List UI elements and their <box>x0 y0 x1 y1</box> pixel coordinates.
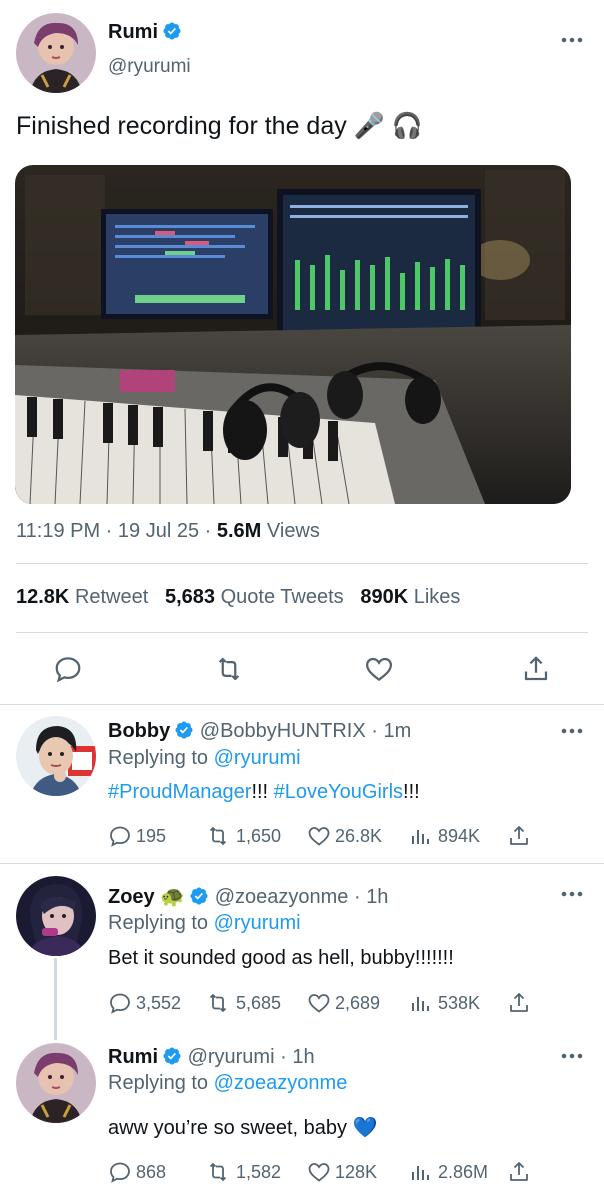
replying-to-link[interactable]: @ryurumi <box>214 912 301 934</box>
verified-badge-icon <box>175 721 193 739</box>
replying-to: Replying to @ryurumi <box>108 747 301 769</box>
reply-author-name[interactable]: Bobby <box>108 720 170 742</box>
reply-icon <box>110 993 130 1014</box>
reply-text: aww you’re so sweet, baby 💙 <box>108 1117 378 1139</box>
retweet-icon <box>209 994 227 1012</box>
reply-header: Rumi @ryurumi · 1h <box>108 1046 315 1068</box>
reply-icon <box>110 1162 130 1183</box>
reply-author-handle[interactable]: @BobbyHUNTRIX <box>200 720 366 742</box>
verified-badge-icon <box>190 887 208 905</box>
verified-badge-icon <box>163 1047 181 1065</box>
tweet-time: 11:19 PM <box>16 520 101 542</box>
likes-stat[interactable]: 890K Likes <box>360 586 460 608</box>
reply-text: Bet it sounded good as hell, bubby!!!!!!… <box>108 947 454 969</box>
thread-connector <box>54 958 57 1040</box>
replying-to: Replying to @zoeazyonme <box>108 1072 348 1094</box>
reply-views[interactable]: 538K <box>408 991 480 1015</box>
author-name[interactable]: Rumi <box>108 21 182 44</box>
share-icon[interactable] <box>521 654 551 684</box>
reply-text: #ProudManager!!! #LoveYouGirls!!! <box>108 781 420 803</box>
hashtag-link[interactable]: #ProudManager <box>108 781 251 803</box>
divider <box>16 563 588 564</box>
reply-retweets[interactable]: 1,650 <box>204 824 281 848</box>
divider <box>0 704 604 705</box>
reply-views[interactable]: 2.86M <box>408 1160 488 1184</box>
reply-views[interactable]: 894K <box>408 824 480 848</box>
like-icon <box>308 827 330 846</box>
views-count: 5.6M <box>216 520 262 542</box>
replying-to-link[interactable]: @zoeazyonme <box>214 1072 348 1094</box>
like-icon <box>308 1163 330 1182</box>
like-icon[interactable] <box>364 654 394 684</box>
reply-likes[interactable]: 128K <box>307 1160 377 1184</box>
author-name-text[interactable]: Rumi <box>108 21 158 43</box>
tweet-text: Finished recording for the day 🎤 🎧 <box>16 112 423 140</box>
tweet-date: 19 Jul 25 <box>117 520 200 542</box>
tweet-media-image[interactable] <box>15 165 571 504</box>
share-icon[interactable] <box>507 991 531 1015</box>
views-chart-icon <box>412 997 429 1011</box>
reply-avatar[interactable] <box>16 1043 96 1123</box>
reply-retweets[interactable]: 5,685 <box>204 991 281 1015</box>
engagement-stats: 12.8K Retweet 5,683 Quote Tweets 890K Li… <box>16 586 460 609</box>
reply-likes[interactable]: 26.8K <box>307 824 382 848</box>
reply-avatar[interactable] <box>16 876 96 956</box>
replying-to-link[interactable]: @ryurumi <box>214 747 301 769</box>
reply-author-handle[interactable]: @zoeazyonme <box>215 886 349 908</box>
divider <box>0 863 604 864</box>
divider <box>16 632 588 633</box>
retweet-icon <box>209 1163 227 1181</box>
replying-to: Replying to @ryurumi <box>108 912 301 934</box>
more-options-icon[interactable] <box>560 36 584 44</box>
quotes-stat[interactable]: 5,683 Quote Tweets <box>165 586 344 608</box>
reply-header: Zoey 🐢 @zoeazyonme · 1h <box>108 886 389 908</box>
share-icon[interactable] <box>507 1160 531 1184</box>
reply-comments[interactable]: 3,552 <box>108 991 181 1015</box>
tweet-timestamp[interactable]: 11:19 PM · 19 Jul 25 · 5.6M Views <box>16 520 320 543</box>
reply-time[interactable]: 1h <box>366 886 388 908</box>
views-label: Views <box>266 520 320 542</box>
author-avatar[interactable] <box>16 13 96 93</box>
retweet-icon <box>209 827 227 845</box>
reply-icon <box>110 826 130 847</box>
reply-time[interactable]: 1h <box>292 1046 314 1068</box>
views-chart-icon <box>412 1166 429 1180</box>
share-icon[interactable] <box>507 824 531 848</box>
hashtag-link[interactable]: #LoveYouGirls <box>274 781 403 803</box>
reply-comments[interactable]: 195 <box>108 824 166 848</box>
reply-comments[interactable]: 868 <box>108 1160 166 1184</box>
author-handle[interactable]: @ryurumi <box>108 56 191 78</box>
reply-author-handle[interactable]: @ryurumi <box>188 1046 275 1068</box>
retweets-stat[interactable]: 12.8K Retweet <box>16 586 148 608</box>
like-icon <box>308 994 330 1013</box>
reply-icon[interactable] <box>53 654 83 684</box>
more-options-icon[interactable] <box>560 890 584 898</box>
views-chart-icon <box>412 830 429 844</box>
reply-author-name[interactable]: Zoey 🐢 <box>108 886 185 908</box>
retweet-icon[interactable] <box>214 654 244 684</box>
verified-badge-icon <box>163 22 181 40</box>
reply-retweets[interactable]: 1,582 <box>204 1160 281 1184</box>
reply-time[interactable]: 1m <box>383 720 411 742</box>
reply-avatar[interactable] <box>16 716 96 796</box>
more-options-icon[interactable] <box>560 1052 584 1060</box>
reply-likes[interactable]: 2,689 <box>307 991 380 1015</box>
reply-author-name[interactable]: Rumi <box>108 1046 158 1068</box>
reply-header: Bobby @BobbyHUNTRIX · 1m <box>108 720 412 742</box>
more-options-icon[interactable] <box>560 727 584 735</box>
